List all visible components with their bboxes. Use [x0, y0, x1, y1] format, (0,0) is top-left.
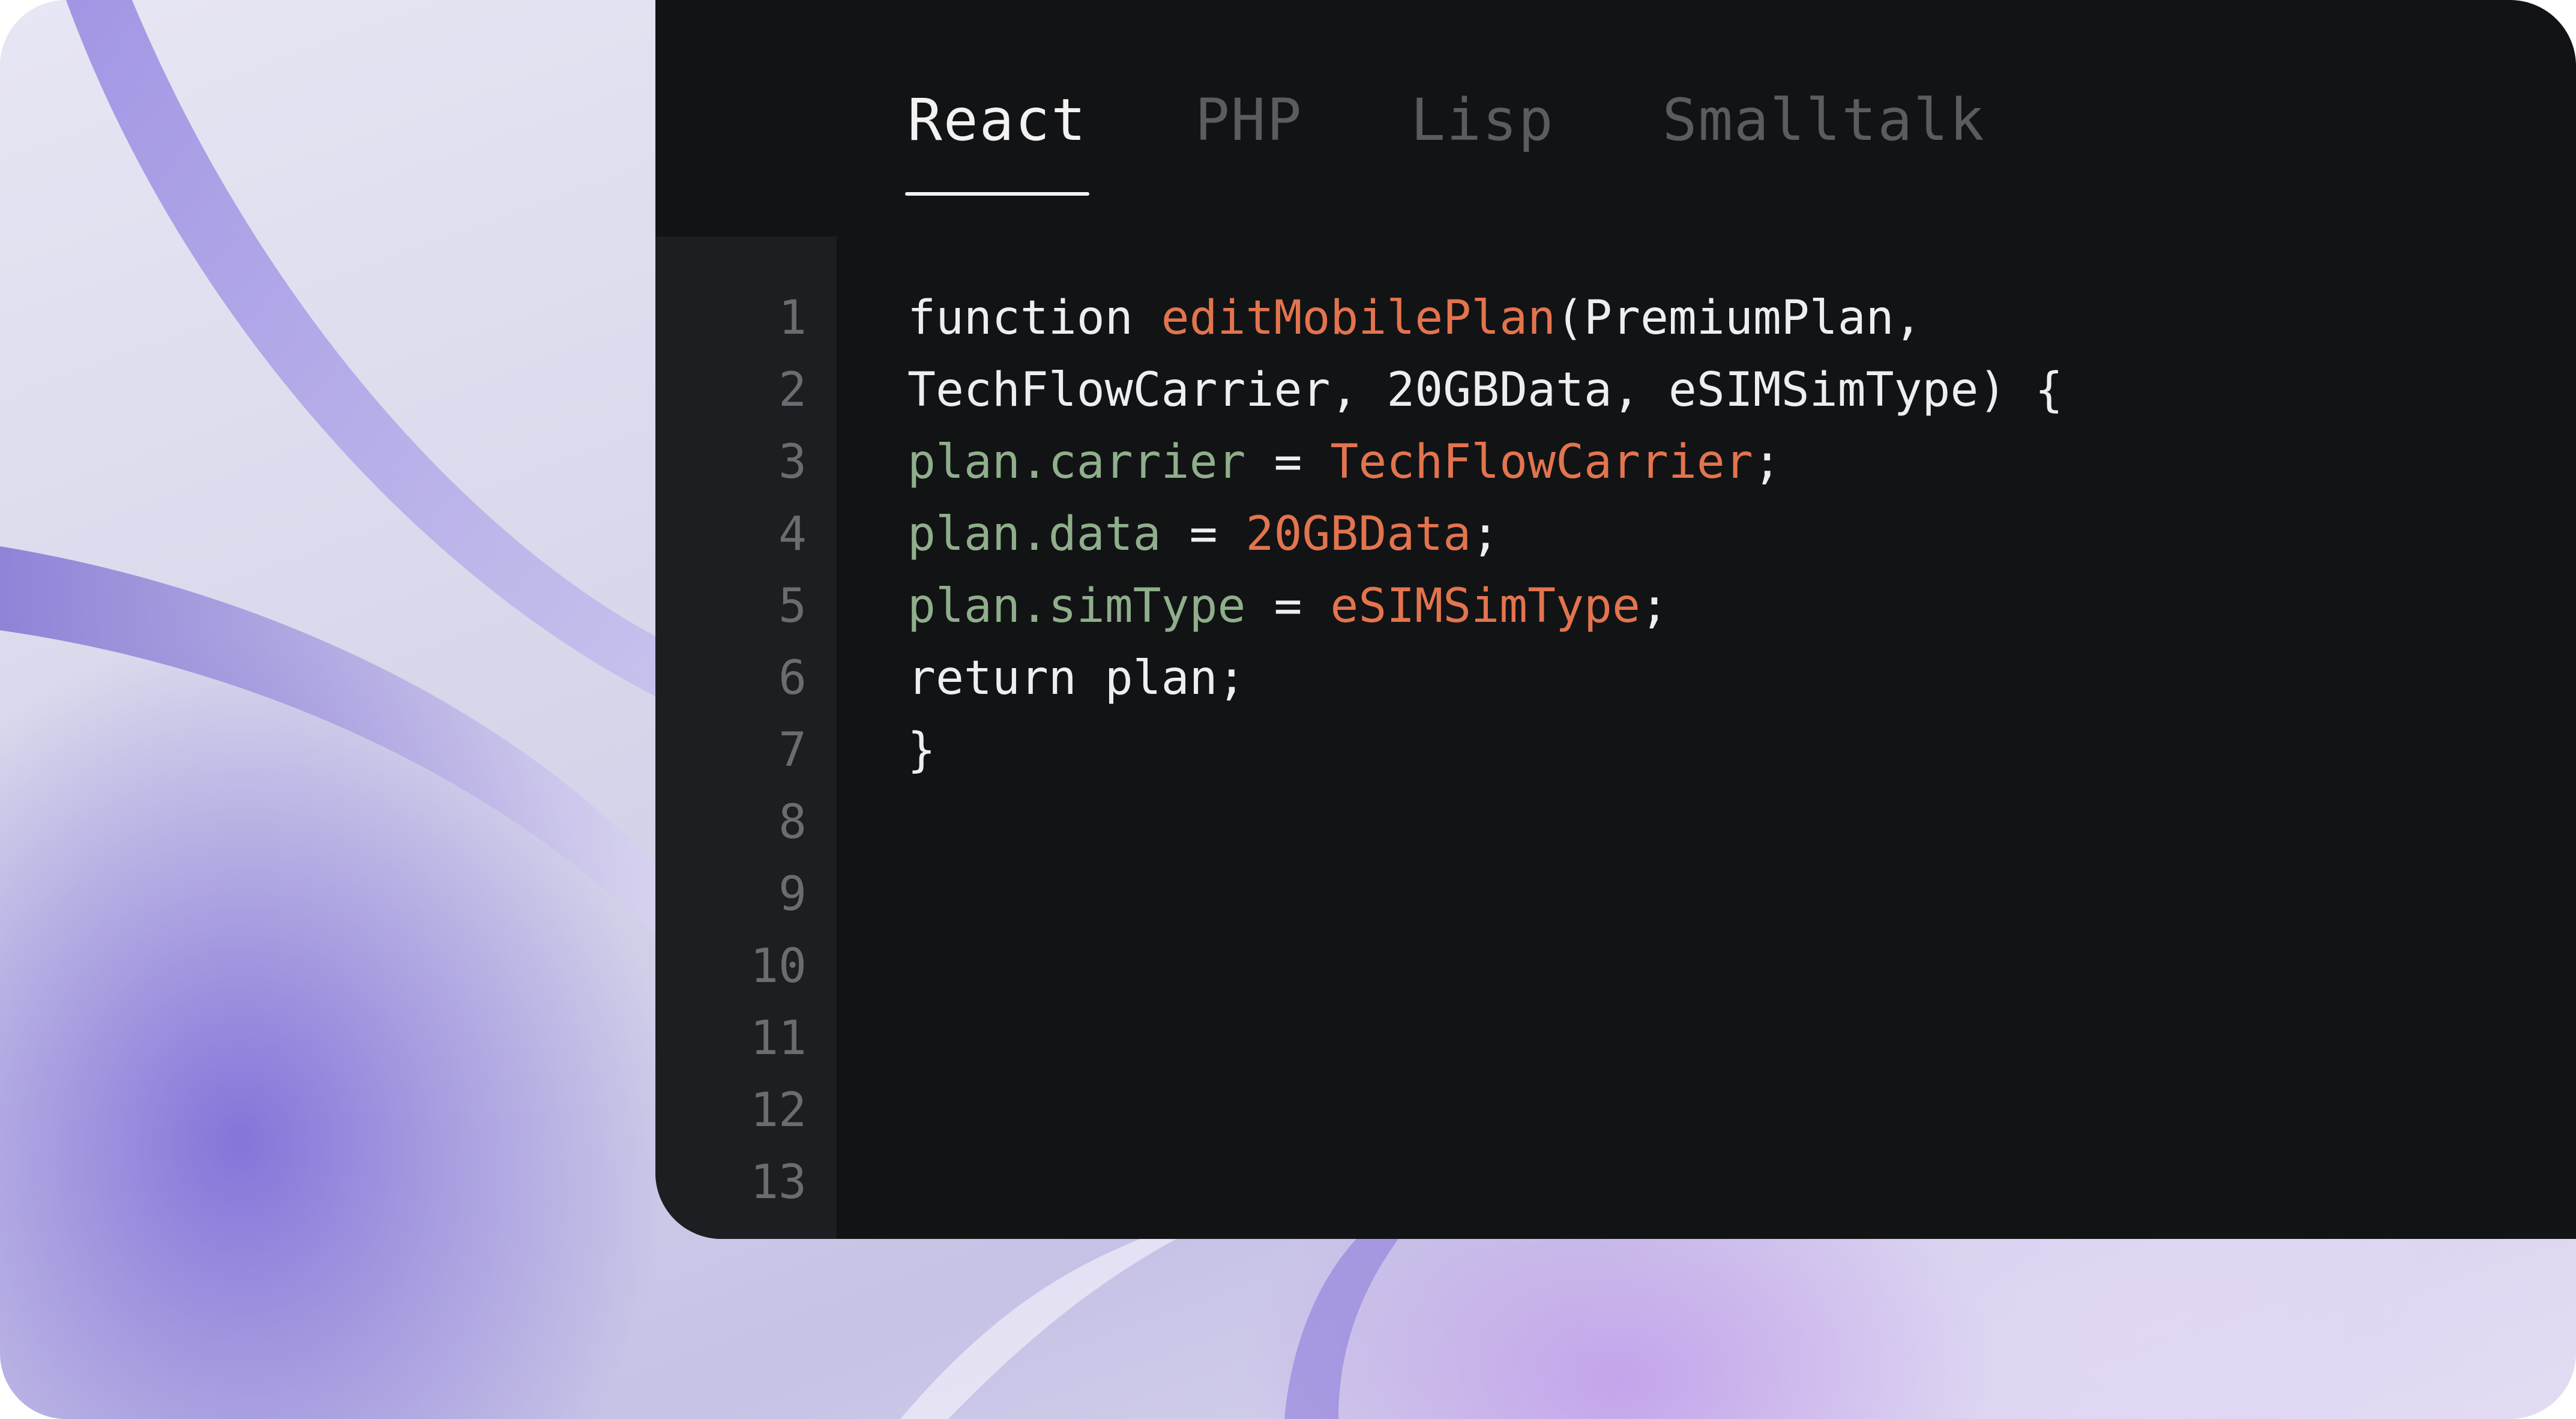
property-token: plan.carrier [907, 435, 1246, 489]
tab-react[interactable]: React [905, 84, 1089, 204]
code-line: plan.data = 20GBData; [907, 498, 2063, 570]
tab-lisp[interactable]: Lisp [1410, 84, 1554, 204]
code-line: plan.carrier = TechFlowCarrier; [907, 426, 2063, 498]
line-number: 9 [778, 867, 807, 921]
operator-token: = [1245, 435, 1331, 489]
params-token: TechFlowCarrier, 20GBData, eSIMSimType) … [907, 363, 2063, 417]
line-number: 2 [778, 363, 807, 417]
line-number: 4 [778, 507, 807, 561]
semicolon-token: ; [1753, 435, 1781, 489]
value-token: TechFlowCarrier [1330, 435, 1753, 489]
code-editor: React PHP Lisp Smalltalk 1 2 3 4 5 6 7 8… [655, 0, 2576, 1239]
value-token: 20GBData [1245, 507, 1472, 561]
tab-smalltalk[interactable]: Smalltalk [1663, 84, 1985, 204]
language-tabs: React PHP Lisp Smalltalk [905, 84, 2093, 204]
code-line: return plan; [907, 642, 2063, 714]
line-number: 5 [778, 579, 807, 633]
operator-token: = [1245, 579, 1331, 633]
property-token: plan.data [907, 507, 1161, 561]
code-line: plan.simType = eSIMSimType; [907, 570, 2063, 642]
statement-token: return plan; [907, 651, 1246, 705]
property-token: plan.simType [907, 579, 1246, 633]
line-number: 7 [778, 723, 807, 777]
keyword-token: function [907, 291, 1161, 345]
code-line: TechFlowCarrier, 20GBData, eSIMSimType) … [907, 354, 2063, 426]
line-number: 6 [778, 651, 807, 705]
code-line: function editMobilePlan(PremiumPlan, [907, 282, 2063, 354]
line-number-gutter: 1 2 3 4 5 6 7 8 9 10 11 12 13 [655, 237, 837, 1239]
line-number: 1 [778, 291, 807, 345]
tab-php[interactable]: PHP [1195, 84, 1302, 204]
line-number: 11 [750, 1011, 807, 1065]
line-number: 3 [778, 435, 807, 489]
function-name-token: editMobilePlan [1161, 291, 1556, 345]
code-content[interactable]: function editMobilePlan(PremiumPlan, Tec… [907, 282, 2063, 786]
line-number: 13 [750, 1155, 807, 1210]
line-number: 8 [778, 795, 807, 849]
line-number: 12 [750, 1083, 807, 1137]
semicolon-token: ; [1471, 507, 1500, 561]
operator-token: = [1161, 507, 1246, 561]
brace-token: } [907, 723, 936, 777]
code-line: } [907, 714, 2063, 786]
line-number: 10 [750, 939, 807, 993]
background-scene: React PHP Lisp Smalltalk 1 2 3 4 5 6 7 8… [0, 0, 2576, 1419]
value-token: eSIMSimType [1330, 579, 1640, 633]
params-token: (PremiumPlan, [1556, 291, 1922, 345]
semicolon-token: ; [1640, 579, 1669, 633]
